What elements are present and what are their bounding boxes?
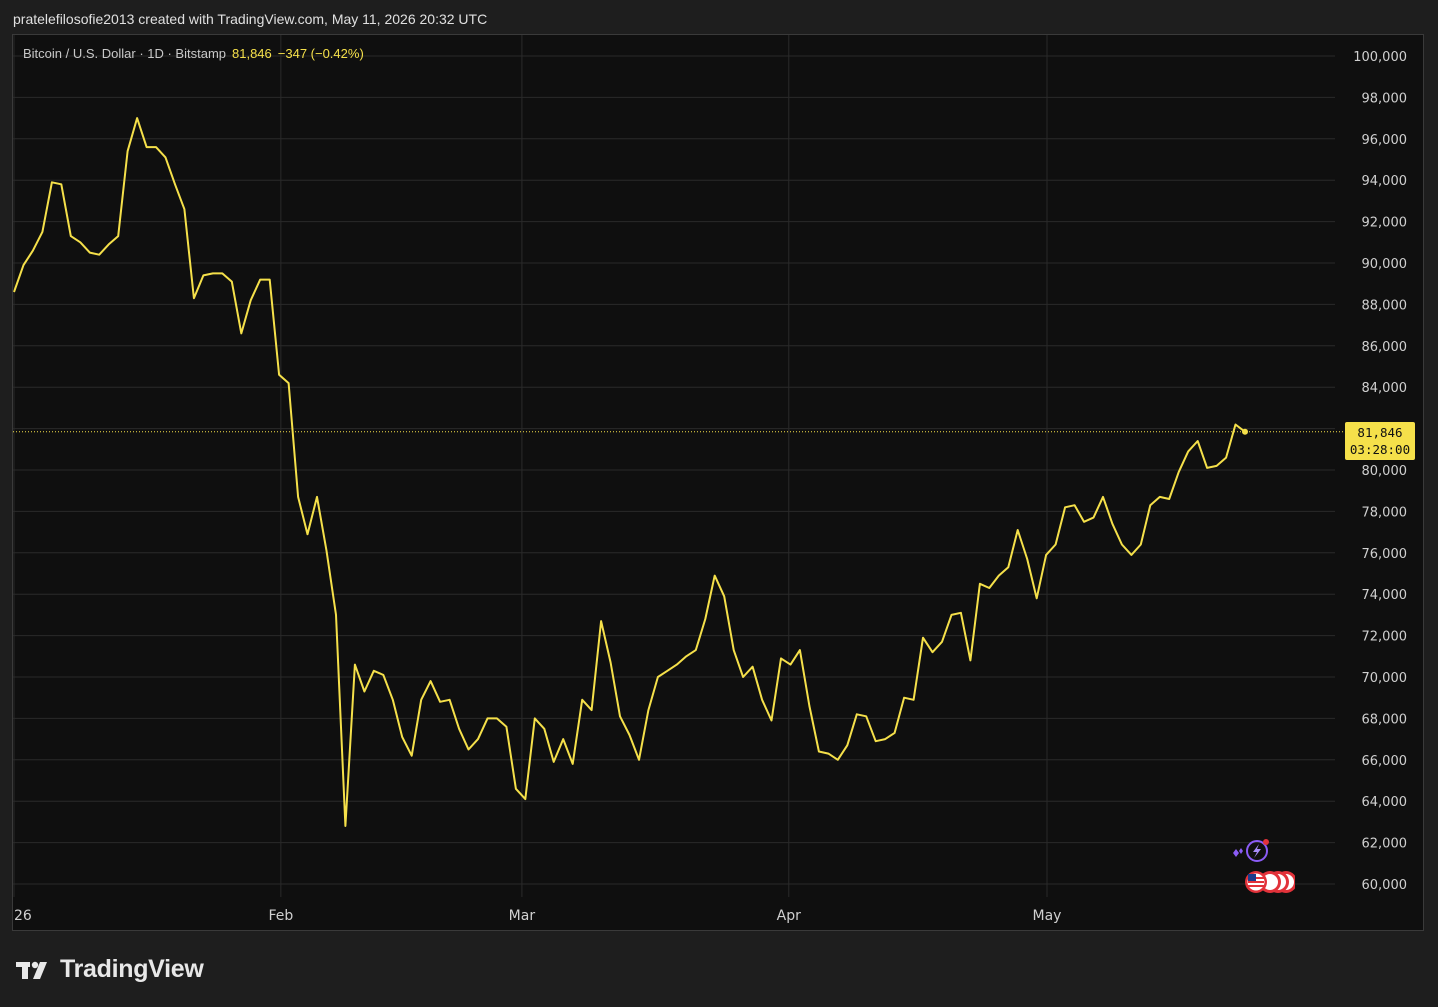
tradingview-brand[interactable]: TradingView [16,955,204,984]
y-tick-label: 70,000 [1362,671,1408,686]
symbol-legend[interactable]: Bitcoin / U.S. Dollar · 1D · Bitstamp 81,… [23,46,364,61]
y-tick-label: 100,000 [1353,50,1407,65]
legend-last-price: 81,846 [232,46,272,61]
us-flag-event-icon[interactable] [1245,871,1295,893]
y-tick-label: 94,000 [1362,174,1408,189]
y-tick-label: 64,000 [1362,795,1408,810]
y-tick-label: 66,000 [1362,754,1408,769]
y-tick-label: 92,000 [1362,216,1408,231]
chart-pane[interactable]: 26 Feb Mar Apr May 60,000 62,000 64,000 66,000 6… [12,34,1424,931]
x-tick-label: May [1033,908,1062,924]
tradingview-logo-icon [16,961,47,979]
price-series-line [13,117,1246,827]
y-tick-label: 78,000 [1362,505,1408,520]
price-chart[interactable]: 26 Feb Mar Apr May 60,00062,00064,00066,0006… [13,35,1424,931]
y-tick-label: 62,000 [1362,837,1408,852]
chart-attribution: pratelefilosofie2013 created with Tradin… [13,11,488,27]
bar-countdown: 03:28:00 [1349,441,1411,457]
legend-price-change: −347 (−0.42%) [277,46,364,61]
y-tick-label: 76,000 [1362,547,1408,562]
x-axis-ticks: 26 Feb Mar Apr May [14,908,1061,924]
x-tick-label: 26 [14,908,32,924]
x-tick-label: Apr [777,908,801,924]
y-tick-label: 84,000 [1362,381,1408,396]
y-tick-label: 96,000 [1362,133,1408,148]
y-tick-label: 74,000 [1362,588,1408,603]
y-tick-label: 98,000 [1362,91,1408,106]
y-tick-label: 68,000 [1362,712,1408,727]
y-tick-label: 60,000 [1362,878,1408,893]
last-price-label: 81,846 03:28:00 [1345,421,1415,460]
y-tick-label: 88,000 [1362,298,1408,313]
x-tick-label: Mar [509,908,536,924]
y-tick-label: 80,000 [1362,464,1408,479]
sparkle-lightning-icon[interactable] [1233,839,1269,862]
y-axis-ticks: 60,000 62,000 64,000 66,000 68,000 70,000 72,0… [1353,50,1407,893]
y-tick-label: 86,000 [1362,340,1408,355]
x-tick-label: Feb [268,908,293,924]
y-tick-label: 72,000 [1362,630,1408,645]
last-price-point [1242,428,1248,435]
symbol-description: Bitcoin / U.S. Dollar · 1D · Bitstamp [23,46,226,61]
brand-name: TradingView [60,955,204,983]
y-tick-label: 90,000 [1362,257,1408,272]
last-price-value: 81,846 [1357,424,1403,440]
grid-lines [13,35,1335,897]
chart-event-markers[interactable] [1225,835,1295,897]
